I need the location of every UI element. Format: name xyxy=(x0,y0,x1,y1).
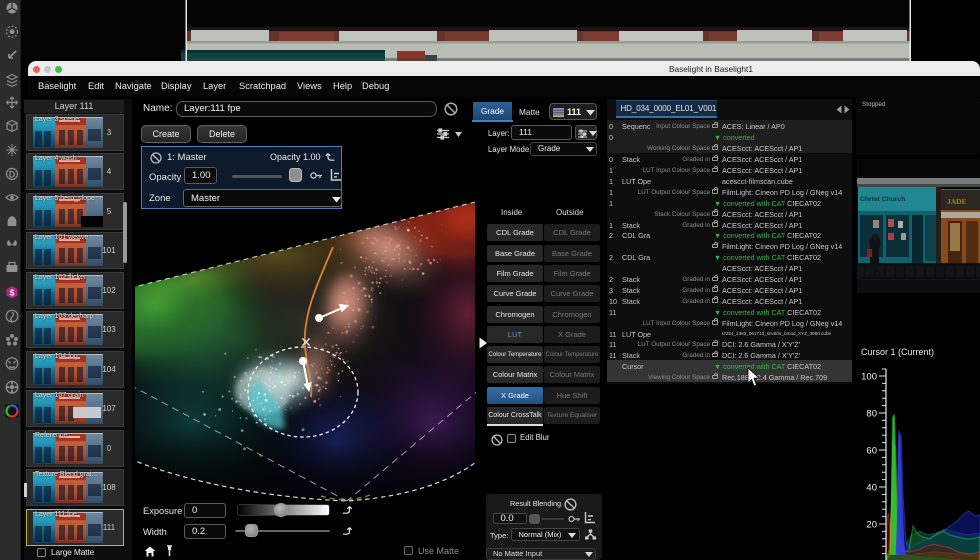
svg-text:20: 20 xyxy=(866,520,877,531)
svg-text:D: D xyxy=(9,170,16,180)
svg-text:40: 40 xyxy=(866,483,877,494)
svg-text:60: 60 xyxy=(866,446,877,457)
svg-text:$: $ xyxy=(10,288,15,298)
svg-text:100: 100 xyxy=(861,372,877,383)
svg-text:80: 80 xyxy=(866,409,877,420)
